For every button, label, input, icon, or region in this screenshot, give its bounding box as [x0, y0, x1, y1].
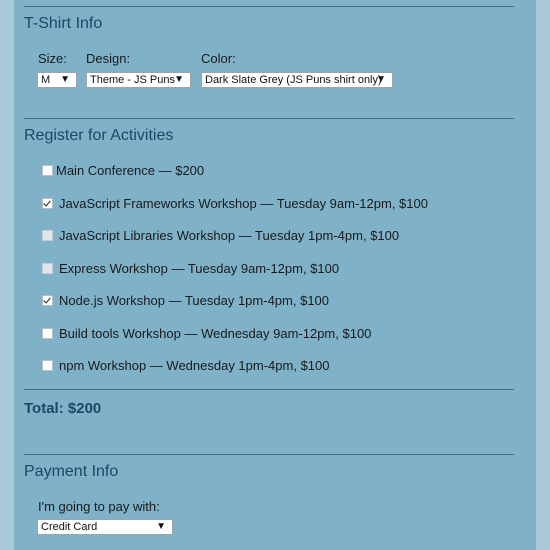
activity-label: npm Workshop — Wednesday 1pm-4pm, $100 — [59, 357, 330, 373]
activity-checkbox[interactable] — [42, 197, 53, 209]
dropdown-arrow-icon: ▼ — [60, 74, 70, 85]
activity-label: JavaScript Frameworks Workshop — Tuesday… — [59, 195, 428, 211]
activity-label: Node.js Workshop — Tuesday 1pm-4pm, $100 — [59, 292, 330, 308]
page: T-Shirt Info Size: Design: Color: M ▼ Th… — [0, 0, 550, 550]
activity-label: Main Conference — $200 — [56, 162, 205, 178]
design-select-value: Theme - JS Puns — [90, 74, 175, 86]
activity-checkbox[interactable] — [42, 359, 53, 371]
activity-checkbox[interactable] — [42, 164, 53, 176]
payment-method-label: I'm going to pay with: — [38, 499, 160, 514]
activity-item[interactable]: Build tools Workshop — Wednesday 9am-12p… — [41, 324, 371, 342]
activity-item[interactable]: Node.js Workshop — Tuesday 1pm-4pm, $100 — [41, 291, 329, 309]
design-label: Design: — [86, 51, 131, 66]
activity-item[interactable]: JavaScript Libraries Workshop — Tuesday … — [41, 226, 399, 244]
activity-checkbox — [42, 229, 53, 241]
size-label: Size: — [38, 51, 67, 66]
activity-label: Build tools Workshop — Wednesday 9am-12p… — [59, 325, 372, 341]
activity-label: Express Workshop — Tuesday 9am-12pm, $10… — [59, 260, 340, 276]
section-divider — [24, 6, 514, 7]
activity-label: JavaScript Libraries Workshop — Tuesday … — [59, 227, 400, 243]
payment-method-value: Credit Card — [41, 521, 98, 533]
section-divider — [24, 389, 514, 390]
payment-section-title: Payment Info — [24, 463, 119, 480]
size-select-value: M — [41, 74, 51, 86]
activity-item[interactable]: JavaScript Frameworks Workshop — Tuesday… — [41, 194, 428, 212]
dropdown-arrow-icon: ▼ — [174, 74, 184, 85]
dropdown-arrow-icon: ▼ — [376, 74, 386, 85]
activity-item[interactable]: Express Workshop — Tuesday 9am-12pm, $10… — [41, 259, 339, 277]
activity-checkbox — [42, 262, 53, 274]
activity-checkbox[interactable] — [42, 294, 53, 306]
dropdown-arrow-icon: ▼ — [156, 521, 166, 532]
tshirt-section-title: T-Shirt Info — [24, 15, 103, 32]
activity-item[interactable]: Main Conference — $200 — [41, 161, 204, 179]
payment-method-select[interactable]: Credit Card ▼ — [37, 519, 173, 535]
activities-section-title: Register for Activities — [24, 127, 174, 144]
section-divider — [24, 118, 514, 119]
design-select[interactable]: Theme - JS Puns ▼ — [86, 72, 191, 88]
color-select[interactable]: Dark Slate Grey (JS Puns shirt only) ▼ — [201, 72, 393, 88]
color-select-value: Dark Slate Grey (JS Puns shirt only) — [205, 74, 382, 86]
section-divider — [24, 454, 514, 455]
activity-item[interactable]: npm Workshop — Wednesday 1pm-4pm, $100 — [41, 356, 330, 374]
activity-checkbox[interactable] — [42, 327, 53, 339]
activities-total: Total: $200 — [24, 400, 102, 417]
size-select[interactable]: M ▼ — [37, 72, 77, 88]
color-label: Color: — [201, 51, 236, 66]
